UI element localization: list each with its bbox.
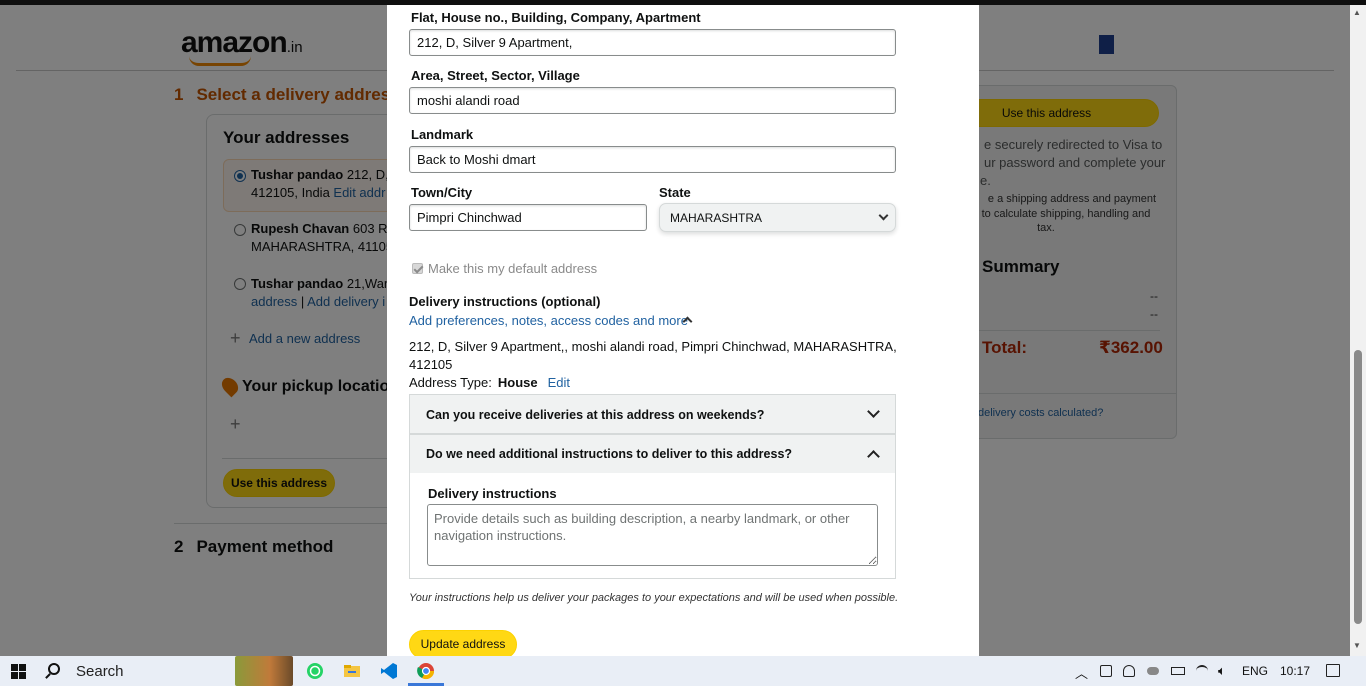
default-address-label: Make this my default address	[428, 261, 598, 276]
battery-icon[interactable]	[1171, 667, 1185, 675]
state-select[interactable]: MAHARASHTRA	[659, 203, 896, 232]
additional-instructions-accordion[interactable]: Do we need additional instructions to de…	[409, 434, 896, 474]
scrollbar-thumb[interactable]	[1354, 350, 1362, 624]
state-value: MAHARASHTRA	[670, 211, 763, 225]
address-type-value: House	[497, 375, 538, 390]
town-label: Town/City	[411, 185, 473, 200]
windows-start-icon[interactable]	[11, 664, 26, 679]
update-address-button[interactable]: Update address	[409, 630, 517, 659]
instructions-note: Your instructions help us deliver your p…	[409, 592, 899, 604]
address-type-row: Address Type: House Edit	[409, 375, 571, 390]
widget-thumbnail[interactable]	[235, 656, 293, 686]
accordion-title: Can you receive deliveries at this addre…	[426, 408, 765, 422]
chevron-up-icon[interactable]: ︿	[1075, 663, 1088, 682]
vscode-icon[interactable]	[380, 662, 398, 680]
address-summary: 212, D, Silver 9 Apartment,, moshi aland…	[409, 339, 897, 372]
delivery-instructions-heading: Delivery instructions (optional)	[409, 294, 601, 309]
file-explorer-icon[interactable]	[343, 662, 361, 680]
meet-now-icon[interactable]	[1100, 665, 1112, 677]
add-preferences-link[interactable]: Add preferences, notes, access codes and…	[409, 313, 688, 328]
chevron-down-icon	[878, 210, 889, 221]
default-address-checkbox[interactable]	[412, 263, 423, 274]
volume-icon[interactable]: 🔈︎	[1218, 663, 1226, 679]
taskbar-search[interactable]: Search	[76, 663, 124, 680]
delivery-instructions-textarea[interactable]	[427, 504, 878, 566]
chevron-down-icon	[867, 405, 880, 418]
accordion-title: Do we need additional instructions to de…	[426, 447, 793, 461]
delivery-instructions-label: Delivery instructions	[428, 486, 557, 501]
flat-input[interactable]	[409, 29, 896, 56]
town-input[interactable]	[409, 204, 647, 231]
weekend-delivery-accordion[interactable]: Can you receive deliveries at this addre…	[409, 394, 896, 434]
state-label: State	[659, 185, 691, 200]
cloud-off-icon[interactable]	[1123, 665, 1135, 677]
notifications-icon[interactable]	[1326, 664, 1340, 677]
area-label: Area, Street, Sector, Village	[411, 68, 580, 83]
scroll-down-arrow-icon[interactable]: ▼	[1353, 641, 1361, 650]
search-icon[interactable]	[48, 663, 60, 675]
input-language[interactable]: ENG	[1242, 664, 1268, 678]
scroll-up-arrow-icon[interactable]: ▲	[1353, 8, 1361, 17]
landmark-label: Landmark	[411, 127, 474, 142]
edit-address-modal: Flat, House no., Building, Company, Apar…	[387, 5, 979, 659]
windows-taskbar: Search ︿ 🔈︎ ENG 10:17	[0, 656, 1366, 686]
landmark-input[interactable]	[409, 146, 896, 173]
clock[interactable]: 10:17	[1280, 664, 1310, 678]
chevron-up-icon	[867, 450, 880, 463]
flat-label: Flat, House no., Building, Company, Apar…	[411, 10, 701, 25]
address-type-edit-link[interactable]: Edit	[548, 375, 570, 390]
wifi-icon[interactable]	[1196, 665, 1208, 677]
whatsapp-icon[interactable]	[306, 662, 324, 680]
onedrive-icon[interactable]	[1147, 667, 1159, 675]
chrome-icon[interactable]	[417, 662, 435, 680]
area-input[interactable]	[409, 87, 896, 114]
